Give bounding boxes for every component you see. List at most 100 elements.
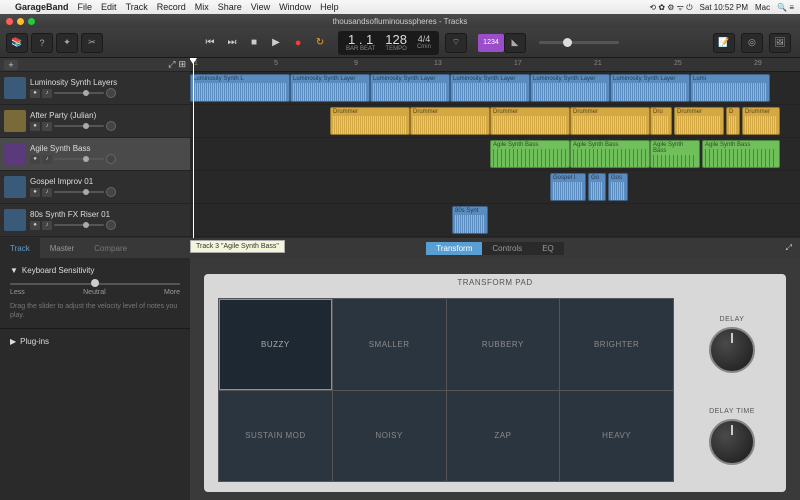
mute-button[interactable]: ●: [30, 188, 40, 197]
solo-button[interactable]: ♪: [42, 221, 52, 230]
region[interactable]: Drummer: [410, 107, 490, 135]
menu-record[interactable]: Record: [157, 2, 186, 12]
track-icon[interactable]: [4, 77, 26, 99]
menu-window[interactable]: Window: [279, 2, 311, 12]
menu-share[interactable]: Share: [218, 2, 242, 12]
region[interactable]: Luminosity Synth Layer: [610, 74, 690, 102]
tab-track[interactable]: Track: [0, 238, 40, 258]
mute-button[interactable]: ●: [30, 122, 40, 131]
playhead[interactable]: [193, 58, 194, 238]
solo-button[interactable]: ♪: [42, 122, 52, 131]
expand-icon[interactable]: ⤢: [786, 243, 792, 253]
timeline[interactable]: 1591317212529 Luminosity Synth LLuminosi…: [190, 58, 800, 238]
rewind-button[interactable]: ⏮: [200, 33, 220, 53]
timesig-display[interactable]: 4/4: [418, 35, 431, 44]
region[interactable]: Drummer: [570, 107, 650, 135]
track-header[interactable]: Agile Synth Bass●♪: [0, 138, 190, 171]
menu-file[interactable]: File: [78, 2, 93, 12]
track-lane[interactable]: Luminosity Synth LLuminosity Synth Layer…: [190, 72, 800, 105]
track-icon[interactable]: [4, 143, 26, 165]
track-icon[interactable]: [4, 176, 26, 198]
region[interactable]: Drummer: [330, 107, 410, 135]
smart-controls-button[interactable]: ✦: [56, 33, 78, 53]
transform-pad-grid[interactable]: BUZZYSMALLERRUBBERYBRIGHTERSUSTAIN MODNO…: [218, 298, 674, 482]
app-menu[interactable]: GarageBand: [15, 2, 69, 12]
pan-knob[interactable]: [106, 220, 116, 230]
position-display[interactable]: 1 . 1: [348, 33, 373, 46]
pan-knob[interactable]: [106, 88, 116, 98]
delay-knob[interactable]: [709, 327, 755, 373]
ruler[interactable]: 1591317212529: [190, 58, 800, 72]
cycle-button[interactable]: ↻: [310, 33, 330, 53]
track-lane[interactable]: Gospel IGoGos: [190, 171, 800, 204]
region[interactable]: Luminosity Synth L: [190, 74, 290, 102]
region[interactable]: Luminosity Synth Layer: [450, 74, 530, 102]
region[interactable]: D: [726, 107, 740, 135]
region[interactable]: Luminosity Synth Layer: [530, 74, 610, 102]
solo-button[interactable]: ♪: [42, 188, 52, 197]
transform-pad[interactable]: BRIGHTER: [560, 299, 673, 390]
quick-help-button[interactable]: ?: [31, 33, 53, 53]
region[interactable]: Lumi: [690, 74, 770, 102]
tab-master[interactable]: Master: [40, 238, 84, 258]
loops-button[interactable]: ◎: [741, 33, 763, 53]
pan-knob[interactable]: [106, 121, 116, 131]
track-header[interactable]: 80s Synth FX Riser 01●♪: [0, 204, 190, 237]
transform-pad[interactable]: NOISY: [333, 391, 446, 482]
track-header[interactable]: After Party (Julian)●♪: [0, 105, 190, 138]
sensitivity-slider[interactable]: [10, 283, 180, 285]
solo-button[interactable]: ♪: [42, 155, 52, 164]
tab-transform[interactable]: Transform: [426, 242, 482, 255]
transform-pad[interactable]: HEAVY: [560, 391, 673, 482]
menu-track[interactable]: Track: [126, 2, 148, 12]
pan-knob[interactable]: [106, 154, 116, 164]
tab-controls[interactable]: Controls: [482, 242, 532, 255]
volume-slider[interactable]: [54, 92, 104, 94]
region[interactable]: Agile Synth Bass: [650, 140, 700, 168]
zoom-window[interactable]: [28, 18, 35, 25]
region[interactable]: Drummer: [490, 107, 570, 135]
transform-pad[interactable]: SMALLER: [333, 299, 446, 390]
volume-slider[interactable]: [54, 191, 104, 193]
region[interactable]: Agile Synth Bass: [490, 140, 570, 168]
forward-button[interactable]: ⏭: [222, 33, 242, 53]
volume-slider[interactable]: [54, 224, 104, 226]
volume-slider[interactable]: [54, 158, 104, 160]
plugins-header[interactable]: ▶ Plug-ins: [10, 337, 180, 346]
media-button[interactable]: 🖼: [769, 33, 791, 53]
menu-edit[interactable]: Edit: [101, 2, 117, 12]
region[interactable]: Luminosity Synth Layer: [370, 74, 450, 102]
play-button[interactable]: ▶: [266, 33, 286, 53]
track-lane[interactable]: 80s Synt: [190, 204, 800, 237]
volume-slider[interactable]: [54, 125, 104, 127]
clock[interactable]: Sat 10:52 PM: [700, 3, 748, 12]
track-lane[interactable]: DrummerDrummerDrummerDrummerDruDrummerDD…: [190, 105, 800, 138]
transform-pad[interactable]: RUBBERY: [447, 299, 560, 390]
track-header[interactable]: Gospel Improv 01●♪: [0, 171, 190, 204]
keyboard-sensitivity-header[interactable]: ▼ Keyboard Sensitivity: [10, 266, 180, 275]
close-window[interactable]: [6, 18, 13, 25]
tuner-button[interactable]: ⌔: [445, 33, 467, 53]
catch-icon[interactable]: ⊞: [178, 59, 186, 70]
delay-time-knob[interactable]: [709, 419, 755, 465]
key-display[interactable]: Cmin: [417, 44, 431, 50]
wifi-icon[interactable]: ⟲ ✿ ⚙ ᯤ ⏻: [649, 2, 692, 13]
region[interactable]: Agile Synth Bass: [702, 140, 780, 168]
transform-pad[interactable]: SUSTAIN MOD: [219, 391, 332, 482]
mute-button[interactable]: ●: [30, 155, 40, 164]
metronome-button[interactable]: ◣: [504, 33, 526, 53]
lcd-display[interactable]: 1 . 1BAR BEAT 128TEMPO 4/4Cmin: [338, 31, 439, 55]
track-icon[interactable]: [4, 209, 26, 231]
user-menu[interactable]: Mac: [755, 3, 770, 12]
tempo-display[interactable]: 128: [385, 33, 407, 46]
tab-eq[interactable]: EQ: [532, 242, 564, 255]
track-icon[interactable]: [4, 110, 26, 132]
add-track-button[interactable]: +: [4, 60, 18, 70]
region[interactable]: Luminosity Synth Layer: [290, 74, 370, 102]
stop-button[interactable]: ■: [244, 33, 264, 53]
region[interactable]: Agile Synth Bass: [570, 140, 650, 168]
menu-mix[interactable]: Mix: [195, 2, 209, 12]
region[interactable]: Drummer: [674, 107, 724, 135]
region[interactable]: Go: [588, 173, 606, 201]
track-header[interactable]: Luminosity Synth Layers●♪: [0, 72, 190, 105]
